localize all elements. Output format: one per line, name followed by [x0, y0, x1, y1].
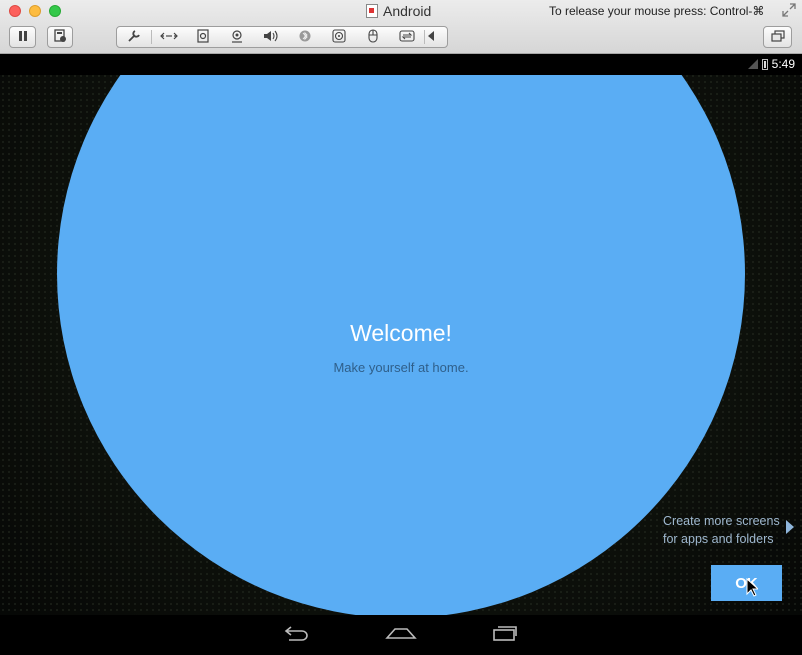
cd-button[interactable]: [322, 27, 356, 47]
status-bar: 5:49: [0, 55, 802, 75]
usb-button[interactable]: [356, 27, 390, 47]
navigation-bar: [0, 615, 802, 655]
back-button[interactable]: [280, 623, 314, 647]
recents-icon: [491, 625, 519, 646]
sound-button[interactable]: [254, 27, 288, 47]
restore-windows-button[interactable]: [763, 26, 792, 48]
disk-icon: [197, 28, 209, 46]
network-button[interactable]: [152, 27, 186, 47]
android-screen[interactable]: Welcome! Make yourself at home. 5:49 Cre…: [0, 55, 802, 655]
bluetooth-icon: [299, 29, 311, 46]
back-icon: [283, 625, 311, 646]
signal-icon: [747, 59, 758, 69]
settings-button[interactable]: [117, 27, 151, 47]
fullscreen-icon[interactable]: [782, 3, 796, 17]
snapshot-icon: [53, 28, 67, 46]
window-title-text: Android: [383, 3, 432, 19]
minimize-window-button[interactable]: [29, 5, 41, 17]
webcam-icon: [230, 29, 244, 46]
bluetooth-button[interactable]: [288, 27, 322, 47]
battery-icon: [761, 58, 768, 70]
sharing-icon: [399, 29, 415, 46]
status-time: 5:49: [771, 57, 795, 71]
restore-windows-icon: [770, 29, 785, 45]
devices-toolbar: [116, 26, 448, 48]
network-icon: [160, 30, 178, 45]
snapshot-button[interactable]: [47, 26, 73, 48]
sharing-button[interactable]: [390, 27, 424, 47]
hint-line-1: Create more screens: [663, 514, 780, 528]
home-button[interactable]: [384, 623, 418, 647]
window-title: Android: [366, 2, 431, 20]
sound-icon: [263, 29, 279, 46]
zoom-window-button[interactable]: [49, 5, 61, 17]
recents-button[interactable]: [488, 623, 522, 647]
cd-icon: [332, 28, 346, 46]
release-mouse-hint: To release your mouse press: Control-⌘: [549, 4, 765, 18]
home-icon: [385, 626, 417, 645]
close-window-button[interactable]: [9, 5, 21, 17]
hint-line-2: for apps and folders: [663, 532, 774, 546]
usb-icon: [368, 28, 378, 46]
collapse-toolbar-button[interactable]: [425, 27, 437, 47]
create-screens-hint: Create more screens for apps and folders: [663, 512, 788, 548]
webcam-button[interactable]: [220, 27, 254, 47]
hint-arrow-icon: [786, 520, 794, 534]
pause-icon: [17, 30, 29, 45]
welcome-subtitle: Make yourself at home.: [333, 360, 469, 375]
pause-button[interactable]: [9, 26, 36, 48]
wrench-icon: [127, 29, 141, 46]
window-titlebar: Android To release your mouse press: Con…: [0, 0, 802, 54]
welcome-title: Welcome!: [350, 320, 452, 346]
document-icon: [366, 4, 378, 18]
collapse-arrow-icon: [428, 30, 434, 44]
disk-button[interactable]: [186, 27, 220, 47]
